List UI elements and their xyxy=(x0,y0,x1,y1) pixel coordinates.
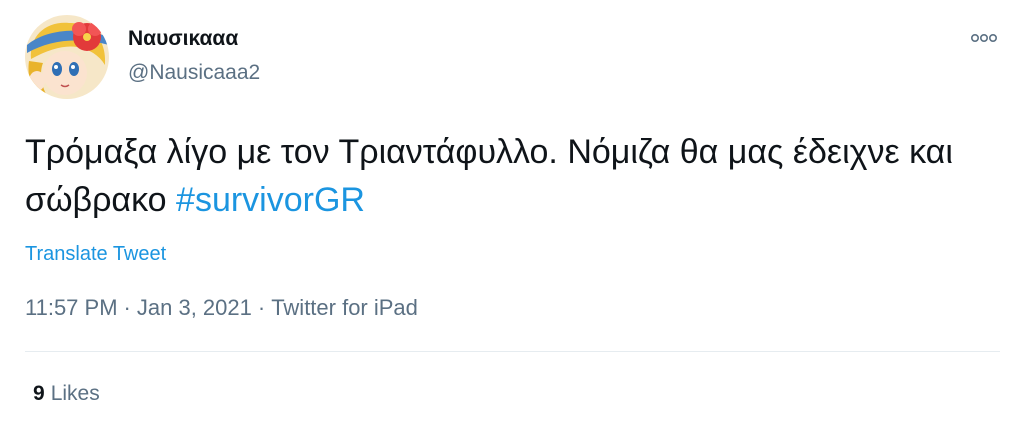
likes-count: 9 xyxy=(33,382,45,405)
avatar[interactable] xyxy=(25,15,109,99)
separator: · xyxy=(123,295,131,320)
tweet-source[interactable]: Twitter for iPad xyxy=(271,295,418,320)
author-display-name[interactable]: Ναυσικααα xyxy=(128,26,238,52)
anime-avatar-icon xyxy=(25,15,109,99)
tweet-body: Τρόμαξα λίγο με τον Τριαντάφυλλο. Νόμιζα… xyxy=(25,133,953,219)
tweet-time[interactable]: 11:57 PM xyxy=(25,295,118,320)
translate-tweet-link[interactable]: Translate Tweet xyxy=(25,241,166,267)
tweet-card: Ναυσικααα @Nausicaaa2 Τρόμαξα λίγο με το… xyxy=(0,0,1024,424)
tweet-metadata: 11:57 PM · Jan 3, 2021 · Twitter for iPad xyxy=(25,293,418,323)
likes-link[interactable]: 9 Likes xyxy=(33,380,100,408)
author-handle[interactable]: @Nausicaaa2 xyxy=(128,60,260,86)
tweet-date[interactable]: Jan 3, 2021 xyxy=(137,295,252,320)
likes-label: Likes xyxy=(50,382,100,405)
tweet-text: Τρόμαξα λίγο με τον Τριαντάφυλλο. Νόμιζα… xyxy=(25,128,985,224)
separator: · xyxy=(257,295,266,320)
divider xyxy=(25,351,1000,352)
more-options-icon[interactable] xyxy=(966,28,1002,48)
hashtag-link[interactable]: #survivorGR xyxy=(176,181,365,219)
